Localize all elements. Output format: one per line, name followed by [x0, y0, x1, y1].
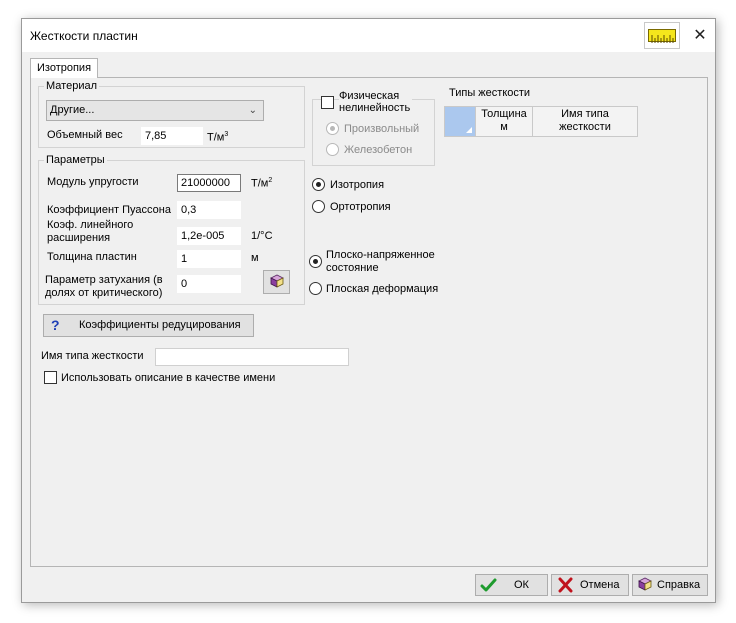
reduction-coefficients-label: Коэффициенты редуцирования	[79, 319, 241, 331]
nonlinearity-checkbox[interactable]	[321, 96, 334, 109]
radio-plane-stress[interactable]	[309, 255, 322, 268]
material-dropdown[interactable]: Другие... ⌄	[46, 100, 264, 121]
thickness-label: Толщина пластин	[47, 251, 137, 263]
radio-orthotropy[interactable]	[312, 200, 325, 213]
nonlinearity-group: Физическая нелинейность Произвольный Желе…	[312, 90, 435, 166]
poisson-label: Коэффициент Пуассона	[47, 204, 171, 216]
help-question-icon: ?	[51, 317, 60, 333]
material-dropdown-value: Другие...	[50, 104, 95, 116]
close-button[interactable]: ✕	[686, 23, 714, 49]
modulus-label: Модуль упругости	[47, 176, 139, 188]
window-title: Жесткости пластин	[30, 29, 138, 43]
thickness-input[interactable]	[177, 250, 241, 268]
radio-concrete[interactable]	[326, 143, 339, 156]
damping-label: Параметр затухания (в долях от критическо…	[45, 274, 163, 299]
expansion-label: Коэф. линейного расширения	[47, 219, 134, 244]
title-bar: Жесткости пластин ✕	[22, 19, 715, 52]
checkmark-icon	[480, 577, 497, 600]
damping-input[interactable]	[177, 275, 241, 293]
radio-isotropy-label: Изотропия	[330, 179, 385, 191]
grid-col-name[interactable]: Имя типа жесткости	[532, 107, 637, 136]
radio-arbitrary[interactable]	[326, 122, 339, 135]
material-group: Материал Другие... ⌄ Объемный вес Т/м3	[38, 79, 305, 148]
help-label: Справка	[657, 579, 701, 591]
modulus-input[interactable]	[177, 174, 241, 192]
radio-orthotropy-label: Ортотропия	[330, 201, 391, 213]
parameters-group-label: Параметры	[44, 153, 107, 167]
thickness-unit: м	[251, 252, 259, 264]
x-cross-icon	[558, 577, 573, 600]
weight-input[interactable]	[141, 127, 203, 145]
modulus-unit: Т/м2	[251, 177, 273, 190]
tab-panel: Материал Другие... ⌄ Объемный вес Т/м3 Ф…	[30, 77, 708, 567]
book-icon	[637, 577, 653, 600]
radio-isotropy[interactable]	[312, 178, 325, 191]
grid-corner-cell[interactable]	[445, 107, 475, 136]
expansion-input[interactable]	[177, 227, 241, 245]
expansion-unit: 1/°C	[251, 230, 273, 242]
material-group-label: Материал	[44, 79, 99, 93]
ok-label: ОК	[514, 579, 529, 591]
stiffness-name-input[interactable]	[155, 348, 349, 366]
tab-isotropy[interactable]: Изотропия	[30, 58, 99, 78]
grid-col-thickness[interactable]: Толщина м	[475, 107, 532, 136]
ruler-button[interactable]	[644, 22, 680, 49]
radio-concrete-label: Железобетон	[344, 144, 413, 156]
stiffness-name-label: Имя типа жесткости	[41, 350, 144, 362]
stiffness-types-label: Типы жесткости	[449, 87, 531, 99]
use-description-label: Использовать описание в качестве имени	[61, 372, 276, 384]
cancel-label: Отмена	[580, 579, 620, 591]
poisson-input[interactable]	[177, 201, 241, 219]
reduction-coefficients-button[interactable]: ? Коэффициенты редуцирования	[43, 314, 254, 337]
stiffness-types-grid[interactable]: Толщина м Имя типа жесткости	[444, 106, 638, 137]
damping-help-button[interactable]	[263, 270, 290, 294]
ok-button[interactable]: ОК	[475, 574, 548, 596]
dialog-window: Жесткости пластин ✕ Изотропия Материал Д…	[21, 18, 716, 603]
nonlinearity-label: Физическая нелинейность	[339, 90, 413, 114]
use-description-checkbox[interactable]	[44, 371, 57, 384]
help-button[interactable]: Справка	[632, 574, 708, 596]
radio-plane-strain-label: Плоская деформация	[326, 283, 439, 295]
radio-plane-strain[interactable]	[309, 282, 322, 295]
weight-unit: Т/м3	[207, 131, 229, 144]
chevron-down-icon: ⌄	[248, 105, 257, 116]
radio-plane-stress-label: Плоско-напряженное состояние	[326, 249, 435, 274]
weight-label: Объемный вес	[47, 129, 123, 141]
book-icon	[269, 274, 285, 293]
ruler-icon	[648, 29, 676, 43]
radio-arbitrary-label: Произвольный	[344, 123, 420, 135]
cancel-button[interactable]: Отмена	[551, 574, 629, 596]
